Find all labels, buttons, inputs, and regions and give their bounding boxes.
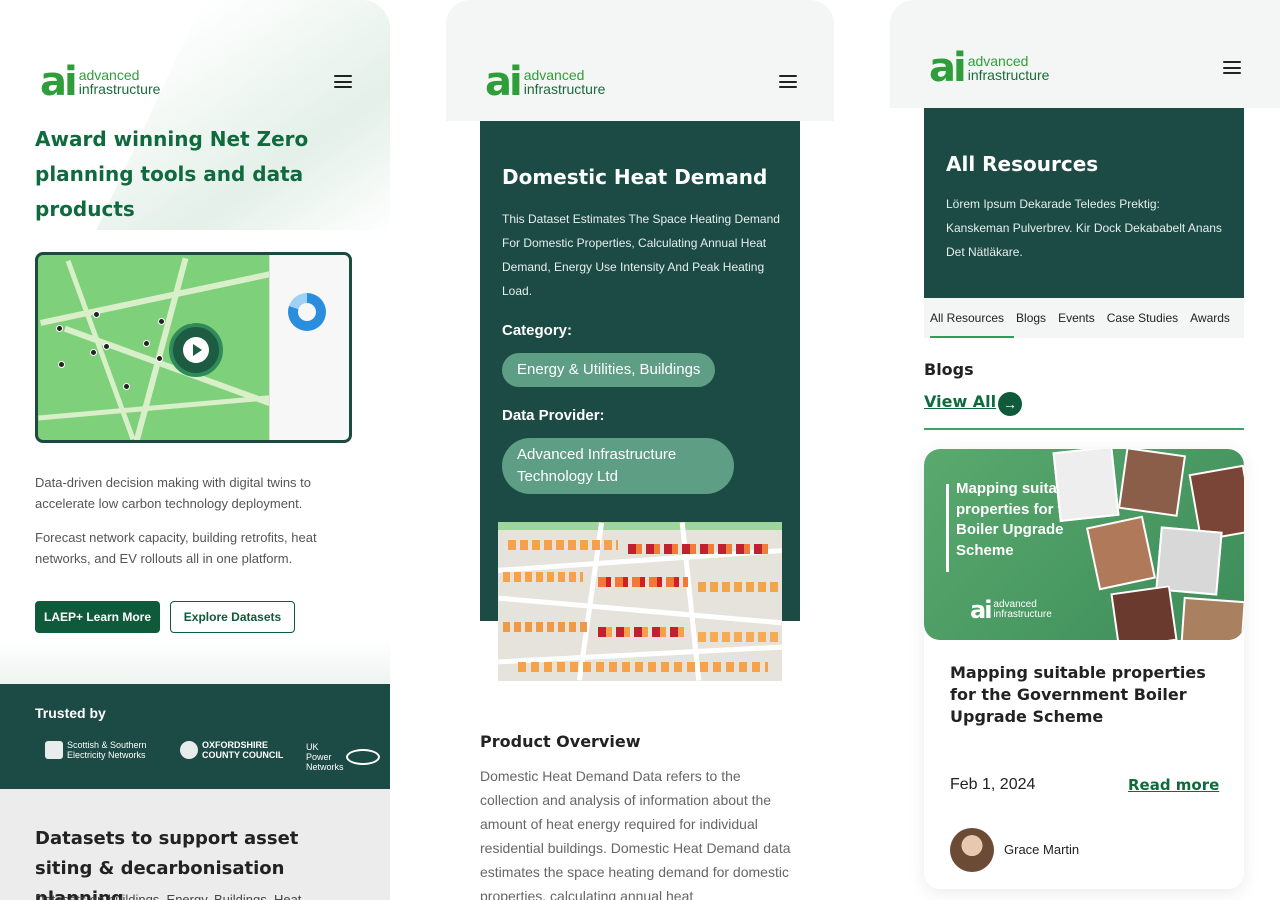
partner-logo-ssen: Scottish & Southern Electricity Networks bbox=[45, 740, 147, 760]
trusted-by-title: Trusted by bbox=[35, 705, 106, 721]
category-label: Category: bbox=[502, 322, 573, 339]
provider-pill[interactable]: Advanced Infrastructure Technology Ltd bbox=[502, 438, 734, 494]
hamburger-menu-icon[interactable] bbox=[1223, 61, 1241, 74]
author-name: Grace Martin bbox=[1004, 842, 1080, 857]
learn-more-button[interactable]: LAEP+ Learn More bbox=[35, 601, 160, 633]
terrace-photo bbox=[1085, 515, 1157, 591]
section-divider bbox=[924, 428, 1244, 430]
logo-line1: advanced bbox=[78, 67, 140, 83]
blogs-section-title: Blogs bbox=[924, 360, 974, 379]
hamburger-menu-icon[interactable] bbox=[779, 75, 797, 88]
provider-label: Data Provider: bbox=[502, 407, 605, 424]
logo-line2: infrastructure bbox=[967, 67, 1050, 83]
hamburger-menu-icon[interactable] bbox=[334, 75, 352, 88]
house-photo bbox=[1117, 449, 1187, 517]
dataset-description: This Dataset Estimates The Space Heating… bbox=[502, 212, 780, 298]
author-avatar bbox=[950, 828, 994, 872]
tab-blogs[interactable]: Blogs bbox=[1010, 298, 1052, 338]
ssen-logo-icon bbox=[45, 741, 63, 759]
play-button[interactable] bbox=[169, 323, 223, 377]
blog-title[interactable]: Mapping suitable properties for the Gove… bbox=[950, 662, 1210, 728]
dataset-title: Domestic Heat Demand bbox=[502, 165, 768, 189]
read-more-link[interactable]: Read more bbox=[1128, 776, 1219, 794]
arrow-right-icon[interactable]: → bbox=[998, 392, 1022, 416]
hero-title: Award winning Net Zero planning tools an… bbox=[35, 127, 309, 221]
tab-events[interactable]: Events bbox=[1052, 298, 1101, 338]
datasets-subtitle: Datasets on buildings, Energy, Buildings… bbox=[35, 892, 302, 900]
oxfordshire-crest-icon bbox=[180, 741, 198, 759]
logo-line1: advanced bbox=[523, 67, 585, 83]
product-overview-body: Domestic Heat Demand Data refers to the … bbox=[480, 768, 791, 900]
resource-tabs: All Resources Blogs Events Case Studies … bbox=[924, 298, 1244, 338]
tab-case-studies[interactable]: Case Studies bbox=[1101, 298, 1184, 338]
partner-logo-ukpn: UK Power Networks bbox=[306, 742, 380, 772]
heat-demand-map[interactable] bbox=[498, 522, 782, 681]
blog-card[interactable]: Mapping suitable properties for the Boil… bbox=[924, 449, 1244, 889]
logo-line1: advanced bbox=[967, 53, 1029, 69]
blog-image-logo: ai advanced infrastructure bbox=[970, 596, 1052, 624]
logo[interactable]: ai advanced infrastructure bbox=[929, 48, 1049, 88]
hero-paragraph-1: Data-driven decision making with digital… bbox=[35, 475, 312, 511]
house-photo bbox=[1110, 585, 1178, 640]
logo-line2: infrastructure bbox=[78, 81, 161, 97]
view-all-link[interactable]: View All bbox=[924, 392, 996, 411]
blog-card-image: Mapping suitable properties for the Boil… bbox=[924, 449, 1244, 640]
logo-line2: infrastructure bbox=[523, 81, 606, 97]
category-pill[interactable]: Energy & Utilities, Buildings bbox=[502, 353, 716, 387]
datasets-section: Datasets to support asset siting & decar… bbox=[0, 789, 390, 900]
landing-panel: ai advanced infrastructure Award winning… bbox=[0, 0, 390, 900]
explore-datasets-button[interactable]: Explore Datasets bbox=[170, 601, 295, 633]
logo-mark: ai bbox=[929, 45, 967, 91]
boiler-photo bbox=[1052, 449, 1120, 522]
logo[interactable]: ai advanced infrastructure bbox=[40, 62, 160, 102]
resources-panel: ai advanced infrastructure All Resources… bbox=[890, 0, 1280, 900]
resources-title: All Resources bbox=[946, 152, 1099, 176]
map-sidebar bbox=[269, 255, 349, 440]
tab-awards[interactable]: Awards bbox=[1184, 298, 1236, 338]
blog-date: Feb 1, 2024 bbox=[950, 776, 1036, 793]
product-overview-title: Product Overview bbox=[480, 732, 641, 751]
logo-mark: ai bbox=[40, 59, 78, 105]
ukpn-swoosh-icon bbox=[345, 749, 380, 765]
dataset-detail-panel: ai advanced infrastructure Domestic Heat… bbox=[446, 0, 834, 900]
resources-header-card: All Resources Lörem Ipsum Dekarade Teled… bbox=[924, 108, 1244, 298]
trusted-by-section: Trusted by Scottish & Southern Electricit… bbox=[0, 684, 390, 789]
product-video-preview[interactable] bbox=[35, 252, 352, 443]
play-icon bbox=[193, 344, 202, 356]
tab-all-resources[interactable]: All Resources bbox=[924, 298, 1015, 338]
house-photo bbox=[1180, 596, 1244, 640]
datasets-title: Datasets to support asset siting & decar… bbox=[35, 828, 299, 900]
hero-paragraph-2: Forecast network capacity, building retr… bbox=[35, 530, 317, 566]
donut-chart bbox=[288, 293, 326, 331]
logo[interactable]: ai advanced infrastructure bbox=[485, 62, 605, 102]
resources-description: Lörem Ipsum Dekarade Teledes Prektig: Ka… bbox=[946, 197, 1222, 259]
logo-mark: ai bbox=[485, 59, 523, 105]
partner-logo-oxfordshire: OXFORDSHIRE COUNTY COUNCIL bbox=[180, 740, 283, 760]
